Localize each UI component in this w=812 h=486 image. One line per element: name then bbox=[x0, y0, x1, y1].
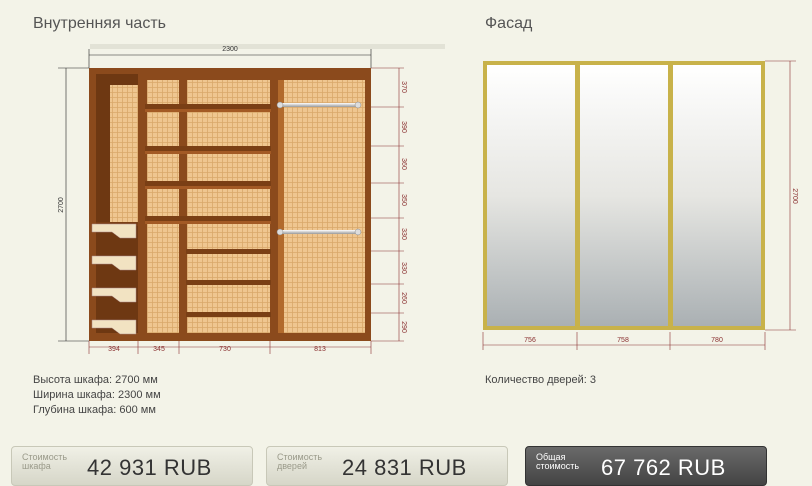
dim-shelf-5: 330 bbox=[400, 228, 407, 240]
dim-facade-3: 780 bbox=[711, 337, 723, 344]
dim-shelf-8: 290 bbox=[400, 321, 407, 333]
total-price-label: Общая стоимость bbox=[536, 452, 580, 471]
spec-width: Ширина шкафа: 2300 мм bbox=[33, 389, 161, 401]
dim-width-top-label: 2300 bbox=[222, 46, 238, 53]
door-1 bbox=[487, 65, 575, 326]
total-price-value: 67 762 RUB bbox=[601, 455, 726, 480]
dim-height-left-label: 2700 bbox=[58, 197, 65, 213]
dim-bottom-1: 394 bbox=[108, 346, 120, 353]
total-price-panel: Общая стоимость 67 762 RUB bbox=[525, 446, 767, 486]
dim-shelf-6: 330 bbox=[400, 262, 407, 274]
door-2 bbox=[580, 65, 668, 326]
doors-price-label: Стоимость дверей bbox=[277, 452, 323, 471]
dim-shelf-4: 350 bbox=[400, 194, 407, 206]
dim-facade-height: 2700 bbox=[791, 188, 798, 204]
wardrobe-interior bbox=[89, 68, 371, 341]
doors-price-panel: Стоимость дверей 24 831 RUB bbox=[266, 446, 508, 486]
dim-bottom-3: 730 bbox=[219, 346, 231, 353]
spec-height: Высота шкафа: 2700 мм bbox=[33, 374, 158, 386]
spec-depth: Глубина шкафа: 600 мм bbox=[33, 404, 156, 416]
cabinet-price-panel: Стоимость шкафа 42 931 RUB bbox=[11, 446, 253, 486]
dim-shelf-3: 360 bbox=[400, 158, 407, 170]
cabinet-price-value: 42 931 RUB bbox=[87, 455, 212, 480]
facade-doors bbox=[483, 61, 765, 330]
dim-facade-2: 758 bbox=[617, 337, 629, 344]
cabinet-price-label: Стоимость шкафа bbox=[22, 452, 68, 471]
dim-shelf-2: 390 bbox=[400, 121, 407, 133]
doors-price-value: 24 831 RUB bbox=[342, 455, 467, 480]
dim-bottom-4: 813 bbox=[314, 346, 326, 353]
wardrobe-specs: Высота шкафа: 2700 мм Ширина шкафа: 2300… bbox=[33, 373, 161, 418]
dim-shelf-7: 260 bbox=[400, 292, 407, 304]
dim-facade-1: 756 bbox=[524, 337, 536, 344]
dim-bottom-2: 345 bbox=[153, 346, 165, 353]
door-count: Количество дверей: 3 bbox=[485, 374, 596, 386]
dim-shelves bbox=[371, 67, 404, 342]
dim-shelf-1: 370 bbox=[400, 81, 407, 93]
door-3 bbox=[673, 65, 761, 326]
